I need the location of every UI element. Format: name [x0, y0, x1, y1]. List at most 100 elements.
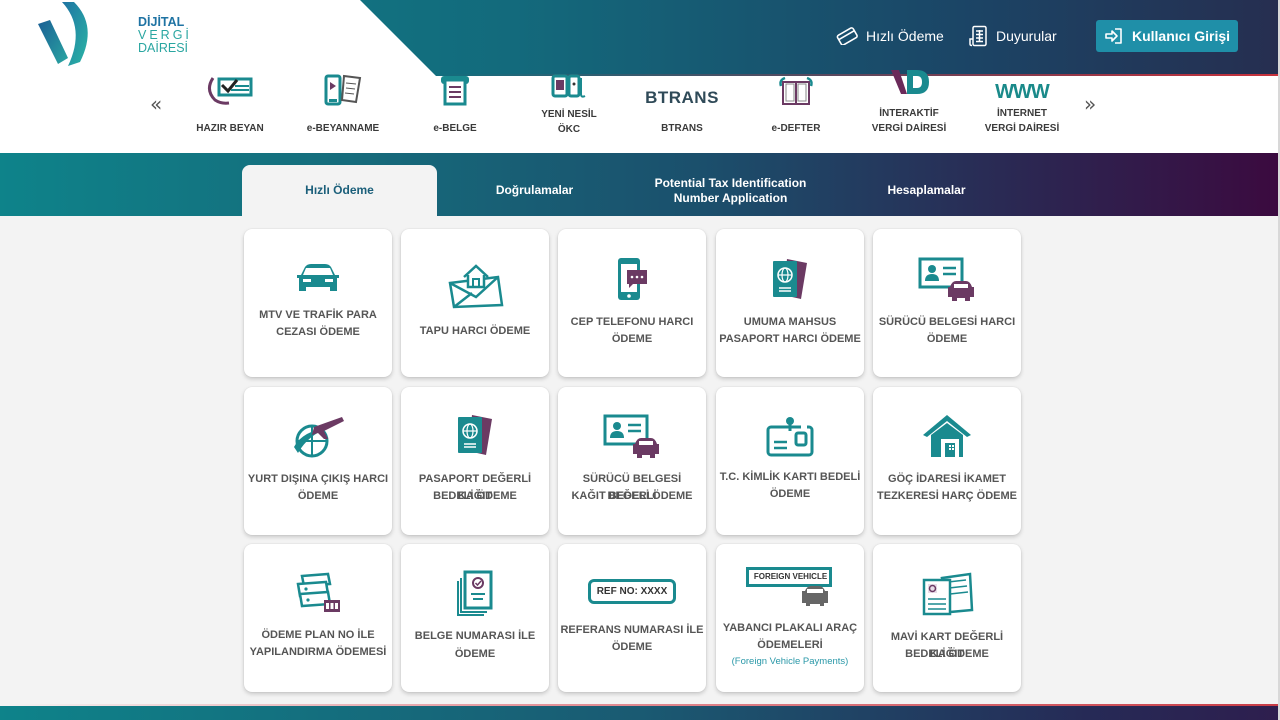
blue-card-documents-icon: [873, 572, 1021, 618]
card-tapu-harci[interactable]: TAPU HARCI ÖDEME: [401, 229, 549, 377]
carousel-next-button[interactable]: »: [1084, 92, 1096, 116]
services-carousel: « » HAZIR BEYAN e-BEYANNAME e-BELGE YENİ…: [0, 70, 1280, 153]
driver-license-car-icon: [873, 257, 1021, 301]
carousel-item-label-line1: İNTERNET: [997, 108, 1047, 119]
card-label-line1: ÖDEME PLAN NO İLE: [261, 629, 375, 641]
tab-label: Hızlı Ödeme: [305, 183, 374, 197]
carousel-item-e-belge[interactable]: e-BELGE: [400, 76, 510, 153]
card-sub-label: (Foreign Vehicle Payments): [731, 656, 849, 667]
foreign-vehicle-icon: FOREIGN VEHICLE: [716, 565, 864, 609]
passport-icon: [716, 257, 864, 301]
card-mtv-trafik-ceza[interactable]: MTV VE TRAFİK PARA CEZASI ÖDEME: [244, 229, 392, 377]
card-yurt-disina-cikis-harci[interactable]: YURT DIŞINA ÇIKIŞ HARCI ÖDEME: [244, 387, 392, 535]
card-pasaport-degerli-kagit[interactable]: PASAPORT DEĞERLİ KAĞIT BEDELİ ÖDEME: [401, 387, 549, 535]
checklist-icon: [175, 70, 285, 106]
header-quick-payment-link[interactable]: Hızlı Ödeme: [836, 24, 944, 48]
card-label-line1: UMUMA MAHSUS: [743, 316, 837, 328]
carousel-item-label: HAZIR BEYAN: [196, 123, 264, 134]
carousel-item-btrans[interactable]: BTRANS BTRANS: [627, 76, 737, 153]
carousel-item-e-defter[interactable]: e-DEFTER: [741, 76, 851, 153]
card-yabanci-plakali-arac[interactable]: FOREIGN VEHICLE YABANCI PLAKALI ARAÇ ÖDE…: [716, 544, 864, 692]
carousel-prev-button[interactable]: «: [150, 92, 162, 116]
card-referans-numarasi[interactable]: REF NO: XXXX REFERANS NUMARASI İLE ÖDEME: [558, 544, 706, 692]
www-logo: WWW: [967, 66, 1077, 102]
header-announcements-label: Duyurular: [996, 28, 1057, 44]
card-label-line2: ÖDEME: [297, 490, 339, 502]
tab-hizli-odeme[interactable]: Hızlı Ödeme: [242, 165, 437, 216]
carousel-item-label-line1: YENİ NESİL: [541, 109, 597, 120]
id-card-icon: [716, 415, 864, 459]
tab-label-line2: Number Application: [673, 190, 788, 205]
card-label-line2: YAPILANDIRMA ÖDEMESİ: [249, 646, 387, 658]
tab-dogrulamalar[interactable]: Doğrulamalar: [437, 165, 632, 216]
carousel-item-label: e-DEFTER: [771, 123, 821, 134]
carousel-item-hazir-beyan[interactable]: HAZIR BEYAN: [175, 76, 285, 153]
ref-no-badge-icon: REF NO: XXXX: [558, 579, 706, 604]
footer-bar: [0, 706, 1280, 720]
driver-license-car-icon: [558, 414, 706, 458]
card-label-line2: ÖDEME: [454, 648, 496, 660]
www-logo-text: WWW: [995, 81, 1050, 103]
tab-bar: Hızlı Ödeme Doğrulamalar Potential Tax I…: [0, 153, 1280, 216]
card-goc-idaresi-ikamet[interactable]: GÖÇ İDARESİ İKAMET TEZKERESİ HARÇ ÖDEME: [873, 387, 1021, 535]
carousel-item-interaktif-vergi-dairesi[interactable]: İNTERAKTİF VERGİ DAİRESİ: [854, 70, 964, 153]
carousel-item-e-beyanname[interactable]: e-BEYANNAME: [288, 74, 398, 153]
card-label-line1: TAPU HARCI ÖDEME: [419, 325, 531, 337]
card-label-line2: KAĞIT BEDELİ ÖDEME: [571, 490, 693, 502]
card-surucu-belgesi-harci[interactable]: SÜRÜCÜ BELGESİ HARCI ÖDEME: [873, 229, 1021, 377]
carousel-item-yeni-nesil-okc[interactable]: YENİ NESİL ÖKC: [514, 74, 624, 153]
card-label-line1: CEP TELEFONU HARCI: [570, 316, 694, 328]
card-label-line1: BELGE NUMARASI İLE: [414, 630, 536, 642]
card-label-line2: CEZASI ÖDEME: [276, 326, 360, 338]
newspaper-icon: [969, 25, 987, 47]
card-label-line1: YURT DIŞINA ÇIKIŞ HARCI: [247, 473, 389, 485]
card-label-line1: REFERANS NUMARASI İLE: [560, 624, 704, 636]
land-deed-house-icon: [401, 263, 549, 309]
car-icon: [244, 263, 392, 293]
ref-no-badge: REF NO: XXXX: [587, 579, 677, 604]
carousel-item-label-line2: ÖKC: [557, 124, 581, 135]
card-label-line2: BEDELİ ÖDEME: [433, 490, 517, 502]
tab-potential-tax-id-application[interactable]: Potential Tax Identification Number Appl…: [632, 165, 829, 216]
pos-device-icon: [514, 66, 624, 102]
login-button[interactable]: Kullanıcı Girişi: [1096, 20, 1238, 52]
card-label-line2: ÖDEME: [926, 333, 968, 345]
header-background: [360, 0, 1280, 76]
passport-icon: [401, 413, 549, 457]
card-label-line1: YABANCI PLAKALI ARAÇ: [722, 622, 858, 634]
logo-text: DİJİTAL VERGİ DAİRESİ: [138, 16, 192, 55]
logo-mark-icon: [38, 2, 88, 66]
card-mavi-kart[interactable]: MAVİ KART DEĞERLİ KAĞIT BEDELİ ÖDEME: [873, 544, 1021, 692]
btrans-logo: BTRANS: [627, 80, 737, 116]
header-quick-payment-label: Hızlı Ödeme: [866, 28, 944, 44]
card-label-line1: MTV VE TRAFİK PARA: [259, 309, 377, 321]
carousel-item-label: e-BELGE: [433, 123, 477, 134]
card-label-line2: BEDELİ ÖDEME: [905, 648, 989, 660]
header-announcements-link[interactable]: Duyurular: [968, 24, 1057, 48]
dijital-vergi-dairesi-logo[interactable]: DİJİTAL VERGİ DAİRESİ: [36, 2, 189, 68]
card-label-line1: T.C. KİMLİK KARTI BEDELİ: [719, 471, 861, 483]
car-icon: [802, 586, 828, 606]
login-button-label: Kullanıcı Girişi: [1131, 28, 1231, 44]
book-icon: [741, 70, 851, 106]
card-label-line2: ÖDEMELERİ: [757, 639, 823, 651]
card-umuma-mahsus-pasaport[interactable]: UMUMA MAHSUS PASAPORT HARCI ÖDEME: [716, 229, 864, 377]
card-odeme-plan-no[interactable]: ÖDEME PLAN NO İLE YAPILANDIRMA ÖDEMESİ: [244, 544, 392, 692]
card-label-line2: ÖDEME: [611, 641, 653, 653]
mobile-phone-chat-icon: [558, 256, 706, 302]
globe-airplane-icon: [244, 413, 392, 459]
banknotes-calendar-icon: [244, 572, 392, 616]
card-tc-kimlik-karti[interactable]: T.C. KİMLİK KARTI BEDELİ ÖDEME: [716, 387, 864, 535]
card-label-line2: ÖDEME: [611, 333, 653, 345]
card-cep-telefonu-harci[interactable]: CEP TELEFONU HARCI ÖDEME: [558, 229, 706, 377]
credit-card-icon: [836, 27, 858, 45]
tab-hesaplamalar[interactable]: Hesaplamalar: [829, 165, 1024, 216]
tab-label: Hesaplamalar: [887, 183, 966, 197]
card-label-line2: PASAPORT HARCI ÖDEME: [719, 333, 861, 345]
carousel-item-internet-vergi-dairesi[interactable]: WWW İNTERNET VERGİ DAİRESİ: [967, 76, 1077, 153]
vd-logo: [854, 64, 964, 100]
card-belge-numarasi[interactable]: BELGE NUMARASI İLE ÖDEME: [401, 544, 549, 692]
card-surucu-belgesi-degerli-kagit[interactable]: SÜRÜCÜ BELGESİ DEĞERLİ KAĞIT BEDELİ ÖDEM…: [558, 387, 706, 535]
card-label-line1: SÜRÜCÜ BELGESİ HARCI: [878, 316, 1016, 328]
tab-label: Doğrulamalar: [495, 183, 574, 197]
